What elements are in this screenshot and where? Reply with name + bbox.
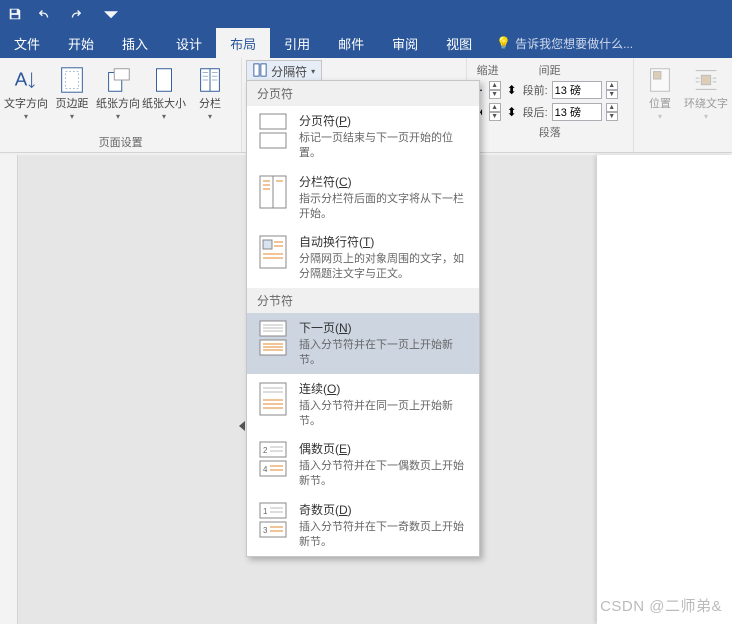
tell-me-search[interactable]: 💡 告诉我您想要做什么... <box>486 28 732 58</box>
spacing-before-label: 段前: <box>523 82 548 98</box>
odd-page-icon: 13 <box>257 501 289 539</box>
columns-icon <box>195 64 225 96</box>
save-icon[interactable] <box>6 5 24 23</box>
breaks-dropdown: 分页符 分页符(P) 标记一页结束与下一页开始的位置。 分栏符(C) 指示分栏符… <box>246 80 480 557</box>
menu-item-text-wrapping-break[interactable]: 自动换行符(T) 分隔网页上的对象周围的文字，如分隔题注文字与正文。 <box>247 227 479 288</box>
orientation-icon <box>103 64 133 96</box>
menu-item-even-page[interactable]: 24 偶数页(E) 插入分节符并在下一偶数页上开始新节。 <box>247 434 479 495</box>
margins-icon <box>57 64 87 96</box>
group-paragraph: 缩进 间距 ⇤ ▲▼ ⬍ 段前: ▲▼ ⇥ ▲▼ ⬍ 段后: ▲▼ 段落 <box>467 58 634 152</box>
selection-arrow-icon <box>239 421 245 431</box>
chevron-down-icon: ▾ <box>311 67 315 76</box>
tab-design[interactable]: 设计 <box>162 28 216 58</box>
group-label-page-setup: 页面设置 <box>4 132 237 152</box>
tab-view[interactable]: 视图 <box>432 28 486 58</box>
redo-icon[interactable] <box>66 5 84 23</box>
breaks-icon <box>253 63 267 80</box>
menu-item-odd-page[interactable]: 13 奇数页(D) 插入分节符并在下一奇数页上开始新节。 <box>247 495 479 556</box>
indent-left-spinner[interactable]: ▲▼ <box>489 81 501 99</box>
size-icon <box>149 64 179 96</box>
document-page[interactable] <box>597 155 732 624</box>
page-breaks-section-header: 分页符 <box>247 81 479 106</box>
svg-text:A: A <box>15 69 28 90</box>
tab-review[interactable]: 审阅 <box>378 28 432 58</box>
spacing-after-spinner[interactable]: ▲▼ <box>606 103 618 121</box>
wrap-text-button[interactable]: 环绕文字 ▾ <box>684 60 728 121</box>
position-button[interactable]: 位置 ▾ <box>638 60 682 121</box>
spacing-before-input[interactable] <box>552 81 602 99</box>
group-arrange: 位置 ▾ 环绕文字 ▾ <box>634 58 732 152</box>
group-label-paragraph: 段落 <box>471 122 629 142</box>
watermark-text: CSDN @二师弟& <box>600 595 722 616</box>
menu-item-page-break[interactable]: 分页符(P) 标记一页结束与下一页开始的位置。 <box>247 106 479 167</box>
ribbon-tabs: 文件 开始 插入 设计 布局 引用 邮件 审阅 视图 💡 告诉我您想要做什么..… <box>0 28 732 58</box>
qat-customize-icon[interactable] <box>102 5 120 23</box>
quick-access-toolbar <box>0 0 732 28</box>
spacing-before-spinner[interactable]: ▲▼ <box>606 81 618 99</box>
section-breaks-section-header: 分节符 <box>247 288 479 313</box>
breaks-label: 分隔符 <box>271 63 307 80</box>
text-direction-button[interactable]: A 文字方向 ▾ <box>4 60 48 121</box>
page-break-icon <box>257 112 289 150</box>
text-direction-icon: A <box>11 64 41 96</box>
orientation-button[interactable]: 纸张方向 ▾ <box>96 60 140 121</box>
continuous-icon <box>257 380 289 418</box>
svg-text:4: 4 <box>263 465 268 474</box>
svg-text:3: 3 <box>263 526 268 535</box>
tell-me-placeholder: 告诉我您想要做什么... <box>515 35 633 52</box>
spacing-header: 间距 <box>539 62 561 78</box>
menu-item-column-break[interactable]: 分栏符(C) 指示分栏符后面的文字将从下一栏开始。 <box>247 167 479 228</box>
tab-mailings[interactable]: 邮件 <box>324 28 378 58</box>
margins-button[interactable]: 页边距 ▾ <box>50 60 94 121</box>
undo-icon[interactable] <box>36 5 54 23</box>
left-margin-strip <box>0 155 18 624</box>
next-page-icon <box>257 319 289 357</box>
menu-item-next-page[interactable]: 下一页(N) 插入分节符并在下一页上开始新节。 <box>247 313 479 374</box>
ribbon-layout: A 文字方向 ▾ 页边距 ▾ 纸张方向 ▾ 纸张大小 ▾ 分栏 <box>0 58 732 153</box>
text-wrapping-icon <box>257 233 289 271</box>
breaks-button[interactable]: 分隔符 ▾ <box>246 60 322 82</box>
spacing-after-icon: ⬍ <box>505 105 519 119</box>
svg-text:1: 1 <box>263 507 268 516</box>
position-icon <box>645 64 675 96</box>
wrap-text-icon <box>691 64 721 96</box>
spacing-after-label: 段后: <box>523 104 548 120</box>
tab-insert[interactable]: 插入 <box>108 28 162 58</box>
tab-home[interactable]: 开始 <box>54 28 108 58</box>
even-page-icon: 24 <box>257 440 289 478</box>
spacing-after-input[interactable] <box>552 103 602 121</box>
tab-file[interactable]: 文件 <box>0 28 54 58</box>
menu-item-continuous[interactable]: 连续(O) 插入分节符并在同一页上开始新节。 <box>247 374 479 435</box>
lightbulb-icon: 💡 <box>496 36 511 50</box>
tab-references[interactable]: 引用 <box>270 28 324 58</box>
tab-layout[interactable]: 布局 <box>216 28 270 58</box>
group-page-setup: A 文字方向 ▾ 页边距 ▾ 纸张方向 ▾ 纸张大小 ▾ 分栏 <box>0 58 242 152</box>
size-button[interactable]: 纸张大小 ▾ <box>142 60 186 121</box>
column-break-icon <box>257 173 289 211</box>
indent-header: 缩进 <box>477 62 499 78</box>
columns-button[interactable]: 分栏 ▾ <box>188 60 232 121</box>
spacing-before-icon: ⬍ <box>505 83 519 97</box>
svg-text:2: 2 <box>263 446 268 455</box>
indent-right-spinner[interactable]: ▲▼ <box>489 103 501 121</box>
